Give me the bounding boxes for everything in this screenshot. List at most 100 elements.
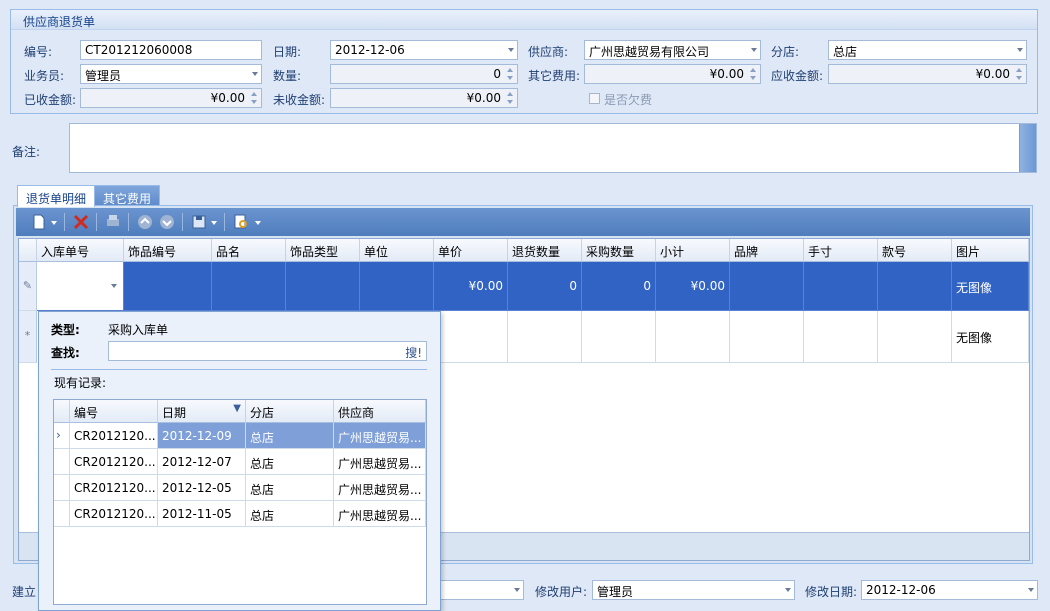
move-up-icon[interactable] [136,213,154,231]
grid-cell[interactable]: 总店 [246,449,334,475]
column-header[interactable]: 品名 [212,239,286,262]
grid-cell[interactable] [804,262,878,311]
chevron-down-icon[interactable] [1028,588,1034,592]
chevron-down-icon[interactable] [508,48,514,52]
spin-icon[interactable] [506,67,515,81]
inbound-no-combo[interactable] [37,262,124,311]
search-button[interactable]: 搜! [405,344,422,360]
grid-cell[interactable]: 2012-12-09 [158,423,246,449]
column-header[interactable]: 小计 [656,239,730,262]
grid-cell[interactable]: 2012-11-05 [158,501,246,527]
date-picker[interactable]: 2012-12-06 [330,40,518,60]
grid-cell[interactable] [212,262,286,311]
column-header[interactable]: 日期 ▼ [158,400,246,423]
new-document-icon[interactable] [30,213,48,231]
memo-textarea[interactable] [69,123,1037,173]
chevron-down-icon[interactable] [1017,48,1023,52]
tab-other-fees[interactable]: 其它费用 [94,185,161,207]
grid-cell[interactable]: CR2012120... [70,475,158,501]
chevron-down-icon[interactable] [785,588,791,592]
print-icon[interactable] [104,213,122,231]
column-header[interactable]: 编号 [70,400,158,423]
column-header[interactable]: 单位 [360,239,434,262]
tab-return-details[interactable]: 退货单明细 [17,185,96,207]
column-header[interactable]: 单价 [434,239,508,262]
grid-cell[interactable] [804,311,878,363]
grid-cell[interactable]: 0 [582,262,656,311]
column-header[interactable]: 品牌 [730,239,804,262]
move-down-icon[interactable] [158,213,176,231]
find-icon[interactable] [232,213,250,231]
grid-cell[interactable]: 广州思越贸易... [334,449,426,475]
grid-cell[interactable]: ¥0.00 [434,262,508,311]
created-user-select[interactable] [440,580,524,600]
grid-cell[interactable]: CR2012120... [70,501,158,527]
other-fee-field[interactable]: ¥0.00 [584,64,761,84]
grid-cell[interactable]: 广州思越贸易... [334,423,426,449]
spin-icon[interactable] [749,67,758,81]
modified-date-picker[interactable]: 2012-12-06 [861,580,1038,600]
owed-checkbox[interactable] [589,93,600,104]
receivable-field[interactable]: ¥0.00 [828,64,1027,84]
search-input[interactable]: 搜! [108,341,427,361]
column-header[interactable]: 退货数量 [508,239,582,262]
chevron-down-icon[interactable] [50,213,58,231]
no-field[interactable]: CT201212060008 [80,40,262,60]
grid-cell[interactable] [360,262,434,311]
chevron-down-icon[interactable] [751,48,757,52]
grid-cell[interactable] [124,262,212,311]
grid-cell[interactable]: 总店 [246,423,334,449]
grid-cell[interactable] [878,262,952,311]
grid-cell[interactable]: 广州思越贸易... [334,475,426,501]
grid-cell[interactable] [286,262,360,311]
toolbar-separator [224,213,225,231]
records-grid[interactable]: 编号 日期 ▼ 分店 供应商 › CR2012120... 2012-12-09… [53,399,427,605]
received-field[interactable]: ¥0.00 [80,88,262,108]
chevron-down-icon[interactable] [252,72,258,76]
grid-cell[interactable] [730,262,804,311]
chevron-down-icon[interactable] [514,588,520,592]
grid-cell[interactable] [434,311,508,363]
grid-cell[interactable]: 总店 [246,475,334,501]
grid-cell[interactable]: 总店 [246,501,334,527]
grid-cell[interactable]: 广州思越贸易... [334,501,426,527]
grid-cell[interactable]: CR2012120... [70,449,158,475]
branch-select[interactable]: 总店 [828,40,1027,60]
grid-cell[interactable]: 2012-12-07 [158,449,246,475]
grid-cell[interactable]: 0 [508,262,582,311]
unreceived-field[interactable]: ¥0.00 [330,88,518,108]
column-header[interactable]: 入库单号 [37,239,124,262]
receivable-label: 应收金额: [771,69,824,83]
memo-scrollbar[interactable] [1019,124,1036,172]
grid-cell[interactable]: 无图像 [952,311,1029,363]
grid-cell[interactable] [730,311,804,363]
grid-cell[interactable]: ¥0.00 [656,262,730,311]
delete-x-icon[interactable] [72,213,90,231]
grid-cell[interactable] [508,311,582,363]
clerk-select[interactable]: 管理员 [80,64,262,84]
grid-cell[interactable] [878,311,952,363]
chevron-down-icon[interactable] [210,213,218,231]
grid-cell[interactable] [582,311,656,363]
column-header[interactable]: 分店 [246,400,334,423]
save-icon[interactable] [190,213,208,231]
column-header[interactable]: 图片 [952,239,1029,262]
column-header[interactable]: 款号 [878,239,952,262]
column-header[interactable]: 采购数量 [582,239,656,262]
supplier-select[interactable]: 广州思越贸易有限公司 [584,40,761,60]
column-header[interactable]: 供应商 [334,400,426,423]
chevron-down-icon[interactable] [254,213,262,231]
chevron-down-icon[interactable] [111,284,117,288]
column-header[interactable]: 手寸 [804,239,878,262]
column-header[interactable]: 饰品编号 [124,239,212,262]
grid-cell[interactable]: CR2012120... [70,423,158,449]
spin-icon[interactable] [1015,67,1024,81]
qty-field[interactable]: 0 [330,64,518,84]
grid-cell[interactable]: 无图像 [952,262,1029,311]
grid-cell[interactable]: 2012-12-05 [158,475,246,501]
grid-cell[interactable] [656,311,730,363]
spin-icon[interactable] [250,91,259,105]
spin-icon[interactable] [506,91,515,105]
modifier-select[interactable]: 管理员 [592,580,795,600]
column-header[interactable]: 饰品类型 [286,239,360,262]
